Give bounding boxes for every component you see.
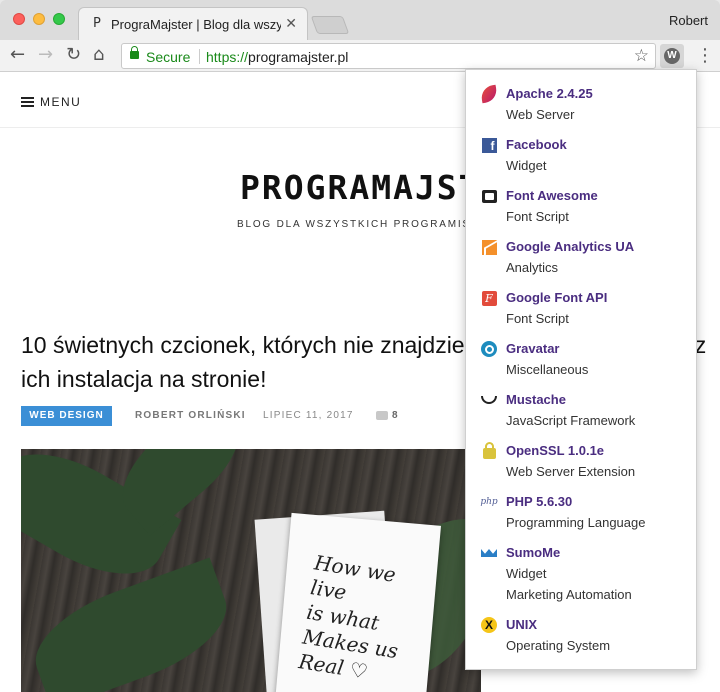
menu-button[interactable]: MENU: [40, 95, 81, 109]
profile-button[interactable]: Robert: [669, 13, 708, 28]
technology-category[interactable]: Font Script: [506, 209, 569, 224]
close-window-button[interactable]: [13, 13, 25, 25]
crown-icon: [481, 545, 497, 561]
tab-favicon-icon: P: [93, 16, 101, 31]
wappalyzer-popup: Apache 2.4.25 Web Server f Facebook Widget Fo…: [465, 69, 697, 670]
technology-name[interactable]: PHP 5.6.30: [506, 494, 572, 509]
apache-feather-icon: [479, 84, 499, 104]
post-author[interactable]: ROBERT ORLIŃSKI: [135, 410, 246, 421]
category-badge[interactable]: WEB DESIGN: [21, 406, 112, 426]
technology-category[interactable]: Analytics: [506, 260, 558, 275]
more-menu-icon[interactable]: ⋮: [696, 45, 714, 66]
technology-name[interactable]: Mustache: [506, 392, 566, 407]
technology-category[interactable]: Widget: [506, 158, 546, 173]
close-tab-icon[interactable]: ✕: [285, 15, 297, 32]
site-tagline: BLOG DLA WSZYSTKICH PROGRAMISTÓW: [237, 219, 500, 230]
google-analytics-icon: [481, 239, 497, 255]
address-bar[interactable]: Secure https://programajster.pl ☆: [121, 43, 656, 69]
technology-name[interactable]: Facebook: [506, 137, 567, 152]
php-icon: php: [480, 497, 498, 507]
technology-name[interactable]: Gravatar: [506, 341, 559, 356]
comment-icon: [376, 411, 388, 420]
browser-toolbar: ← → ↻ ⌂ Secure https://programajster.pl …: [0, 40, 720, 72]
technology-category[interactable]: Web Server: [506, 107, 574, 122]
technology-category[interactable]: Marketing Automation: [506, 587, 632, 602]
secure-lock-icon: [130, 46, 139, 59]
font-awesome-icon: [481, 188, 497, 204]
bookmark-star-icon[interactable]: ☆: [634, 46, 649, 66]
reload-icon[interactable]: ↻: [66, 45, 81, 65]
browser-tab[interactable]: P PrograMajster | Blog dla wszystkich pr…: [78, 7, 308, 40]
technology-name[interactable]: Google Font API: [506, 290, 607, 305]
facebook-icon: f: [481, 137, 497, 153]
technology-name[interactable]: UNIX: [506, 617, 537, 632]
url-text[interactable]: https://programajster.pl: [206, 49, 348, 65]
google-font-icon: F: [481, 290, 497, 306]
home-icon[interactable]: ⌂: [93, 45, 104, 65]
url-protocol: https://: [206, 49, 249, 65]
technology-category[interactable]: Web Server Extension: [506, 464, 635, 479]
technology-name[interactable]: OpenSSL 1.0.1e: [506, 443, 604, 458]
hand-lettering-text: How we live is what Makes us Real ♡: [297, 550, 400, 684]
address-divider: [199, 49, 200, 64]
technology-category[interactable]: Widget: [506, 566, 546, 581]
technology-name[interactable]: SumoMe: [506, 545, 560, 560]
secure-label: Secure: [146, 49, 191, 65]
post-hero-image[interactable]: How we live is what Makes us Real ♡: [21, 449, 481, 692]
maximize-window-button[interactable]: [53, 13, 65, 25]
wordpress-icon: W: [664, 48, 680, 64]
wappalyzer-extension-button[interactable]: W: [660, 44, 684, 68]
minimize-window-button[interactable]: [33, 13, 45, 25]
technology-name[interactable]: Font Awesome: [506, 188, 598, 203]
unix-icon: X: [481, 617, 497, 633]
technology-category[interactable]: JavaScript Framework: [506, 413, 635, 428]
title-bar: P PrograMajster | Blog dla wszystkich pr…: [0, 0, 720, 40]
technology-category[interactable]: Operating System: [506, 638, 610, 653]
technology-name[interactable]: Google Analytics UA: [506, 239, 634, 254]
back-icon[interactable]: ←: [10, 45, 25, 65]
technology-name[interactable]: Apache 2.4.25: [506, 86, 593, 101]
hamburger-menu-icon[interactable]: [21, 97, 34, 107]
comment-count[interactable]: 8: [392, 410, 398, 421]
technology-category[interactable]: Programming Language: [506, 515, 645, 530]
technology-category[interactable]: Miscellaneous: [506, 362, 588, 377]
gravatar-icon: [481, 341, 497, 357]
lock-icon: [481, 441, 497, 459]
url-host: programajster.pl: [248, 49, 349, 65]
tab-title: PrograMajster | Blog dla wszystkich prog…: [111, 17, 281, 32]
new-tab-button[interactable]: [310, 16, 350, 34]
post-date: LIPIEC 11, 2017: [263, 410, 354, 421]
forward-icon[interactable]: →: [38, 45, 53, 65]
technology-category[interactable]: Font Script: [506, 311, 569, 326]
mustache-icon: [481, 392, 497, 408]
